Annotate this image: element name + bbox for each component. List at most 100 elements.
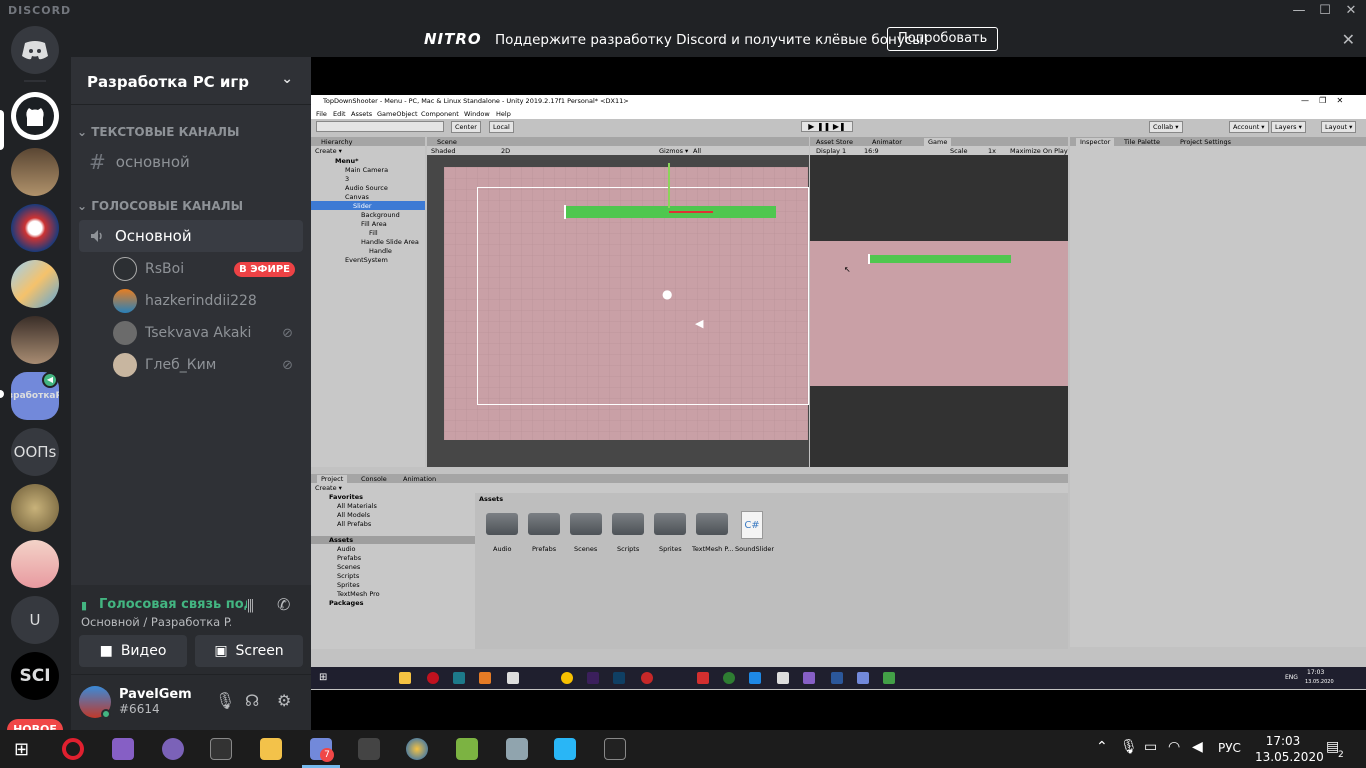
fav-all-prefabs[interactable]: All Prefabs — [337, 520, 371, 528]
tree-scenes[interactable]: Scenes — [337, 563, 360, 571]
hierarchy-create[interactable]: Create ▾ — [315, 147, 342, 155]
h-audio-source[interactable]: Audio Source — [345, 184, 388, 192]
shaded-dropdown[interactable]: Shaded — [431, 147, 455, 155]
asset-sprites[interactable]: Sprites — [659, 545, 682, 553]
opera-icon[interactable] — [427, 672, 439, 684]
menu-file[interactable]: File — [316, 110, 327, 118]
fav-all-models[interactable]: All Models — [337, 511, 370, 519]
voice-user-gleb[interactable]: Глеб_Ким ⊘ — [113, 350, 303, 380]
h-handle-slide-area[interactable]: Handle Slide Area — [361, 238, 419, 246]
server-5[interactable] — [11, 316, 59, 364]
chevron-up-icon[interactable]: ⌃ — [1096, 739, 1108, 755]
menu-help[interactable]: Help — [496, 110, 511, 118]
channel-voice-main[interactable]: Основной — [79, 220, 303, 252]
maximize-button[interactable]: ☐ — [1312, 0, 1338, 22]
tree-audio[interactable]: Audio — [337, 545, 355, 553]
transform-tools[interactable] — [316, 121, 444, 132]
app-icon[interactable] — [479, 672, 491, 684]
menu-assets[interactable]: Assets — [351, 110, 372, 118]
move-gizmo-y[interactable] — [668, 163, 670, 208]
menu-component[interactable]: Component — [421, 110, 459, 118]
channel-text-main[interactable]: # основной — [79, 146, 303, 178]
microphone-icon[interactable]: 🎙︎ — [1120, 739, 1138, 755]
visual-studio-icon[interactable] — [803, 672, 815, 684]
voice-status[interactable]: Голосовая связь подключена — [99, 597, 247, 612]
screen-share-stream[interactable]: TopDownShooter - Menu - PC, Mac & Linux … — [311, 57, 1366, 730]
h-slider[interactable]: Slider — [353, 202, 372, 210]
account-button[interactable]: Account ▾ — [1229, 121, 1269, 133]
server-9[interactable] — [11, 540, 59, 588]
video-button[interactable]: ■ Видео — [79, 635, 187, 667]
tab-game[interactable]: Game — [924, 138, 952, 146]
app-icon[interactable] — [554, 738, 576, 760]
microphone-icon[interactable]: 🎙︎ — [215, 691, 235, 710]
windows-start-icon[interactable]: ⊞ — [14, 739, 29, 760]
app-icon[interactable] — [749, 672, 761, 684]
folder-icon[interactable] — [570, 513, 602, 535]
unity-window-controls[interactable]: — ❐ ✕ — [1301, 96, 1343, 105]
tab-animator[interactable]: Animator — [872, 138, 902, 146]
disconnect-icon[interactable]: ✆ — [277, 595, 290, 614]
unity-hub-icon[interactable] — [210, 738, 232, 760]
scene-tab[interactable]: Scene — [427, 137, 809, 146]
tab-asset-store[interactable]: Asset Store — [816, 138, 853, 146]
server-8[interactable] — [11, 484, 59, 532]
pivot-center-button[interactable]: Center — [451, 121, 481, 133]
tab-inspector[interactable]: Inspector — [1076, 138, 1115, 146]
word-icon[interactable] — [831, 672, 843, 684]
folder-icon[interactable] — [528, 513, 560, 535]
play-controls[interactable]: ▶ ❚❚ ▶❚ — [801, 121, 853, 132]
game-slider-handle[interactable] — [868, 254, 870, 264]
server-oop[interactable]: ООПs — [11, 428, 59, 476]
tab-project[interactable]: Project — [317, 475, 348, 483]
h-menu[interactable]: Menu* — [335, 157, 359, 165]
wifi-icon[interactable]: ◠ — [1168, 739, 1180, 755]
tab-console[interactable]: Console — [361, 475, 387, 483]
asset-prefabs[interactable]: Prefabs — [532, 545, 556, 553]
tree-prefabs[interactable]: Prefabs — [337, 554, 361, 562]
battery-icon[interactable]: ▭ — [1144, 739, 1157, 755]
folder-icon[interactable] — [612, 513, 644, 535]
app-icon[interactable] — [561, 672, 573, 684]
collab-button[interactable]: Collab ▾ — [1149, 121, 1183, 133]
file-explorer-icon[interactable] — [260, 738, 282, 760]
app-icon[interactable] — [456, 738, 478, 760]
voice-user-tsekvava[interactable]: Tsekvava Akaki ⊘ — [113, 318, 303, 348]
home-button[interactable] — [11, 26, 59, 74]
tab-tile-palette[interactable]: Tile Palette — [1124, 138, 1160, 146]
project-create[interactable]: Create ▾ — [315, 484, 342, 492]
nitro-close-icon[interactable]: ✕ — [1342, 30, 1355, 49]
folder-icon[interactable] — [654, 513, 686, 535]
app-icon[interactable] — [358, 738, 380, 760]
calculator-icon[interactable] — [506, 738, 528, 760]
tab-animation[interactable]: Animation — [403, 475, 436, 483]
photoshop-icon[interactable] — [613, 672, 625, 684]
csharp-script-icon[interactable]: C# — [741, 511, 763, 539]
app-icon[interactable] — [723, 672, 735, 684]
app-icon[interactable] — [399, 672, 411, 684]
app-icon[interactable] — [883, 672, 895, 684]
menu-edit[interactable]: Edit — [333, 110, 346, 118]
asset-audio[interactable]: Audio — [493, 545, 511, 553]
discord-icon[interactable] — [857, 672, 869, 684]
scene-search[interactable]: All — [693, 147, 701, 155]
screen-button[interactable]: ▣ Screen — [195, 635, 303, 667]
unity-icon[interactable] — [507, 672, 519, 684]
github-desktop-icon[interactable] — [162, 738, 184, 760]
input-language[interactable]: РУС — [1218, 741, 1241, 755]
voice-user-rsboi[interactable]: RsBoi В ЭФИРЕ — [113, 254, 303, 284]
tree-textmesh-pro[interactable]: TextMesh Pro — [337, 590, 380, 598]
category-voice[interactable]: ⌄ ГОЛОСОВЫЕ КАНАЛЫ — [77, 199, 243, 213]
server-4[interactable] — [11, 260, 59, 308]
asset-scripts[interactable]: Scripts — [617, 545, 639, 553]
premiere-icon[interactable] — [587, 672, 599, 684]
h-fill[interactable]: Fill — [369, 229, 378, 237]
server-2[interactable] — [11, 148, 59, 196]
favorites-header[interactable]: Favorites — [329, 493, 363, 501]
h-main-camera[interactable]: Main Camera — [345, 166, 388, 174]
system-clock[interactable]: 17:03 13.05.2020 — [1255, 733, 1324, 765]
2d-toggle[interactable]: 2D — [501, 147, 510, 155]
close-button[interactable]: ✕ — [1338, 0, 1364, 22]
volume-icon[interactable]: ◀ — [1192, 739, 1203, 755]
opera-icon[interactable] — [62, 738, 84, 760]
